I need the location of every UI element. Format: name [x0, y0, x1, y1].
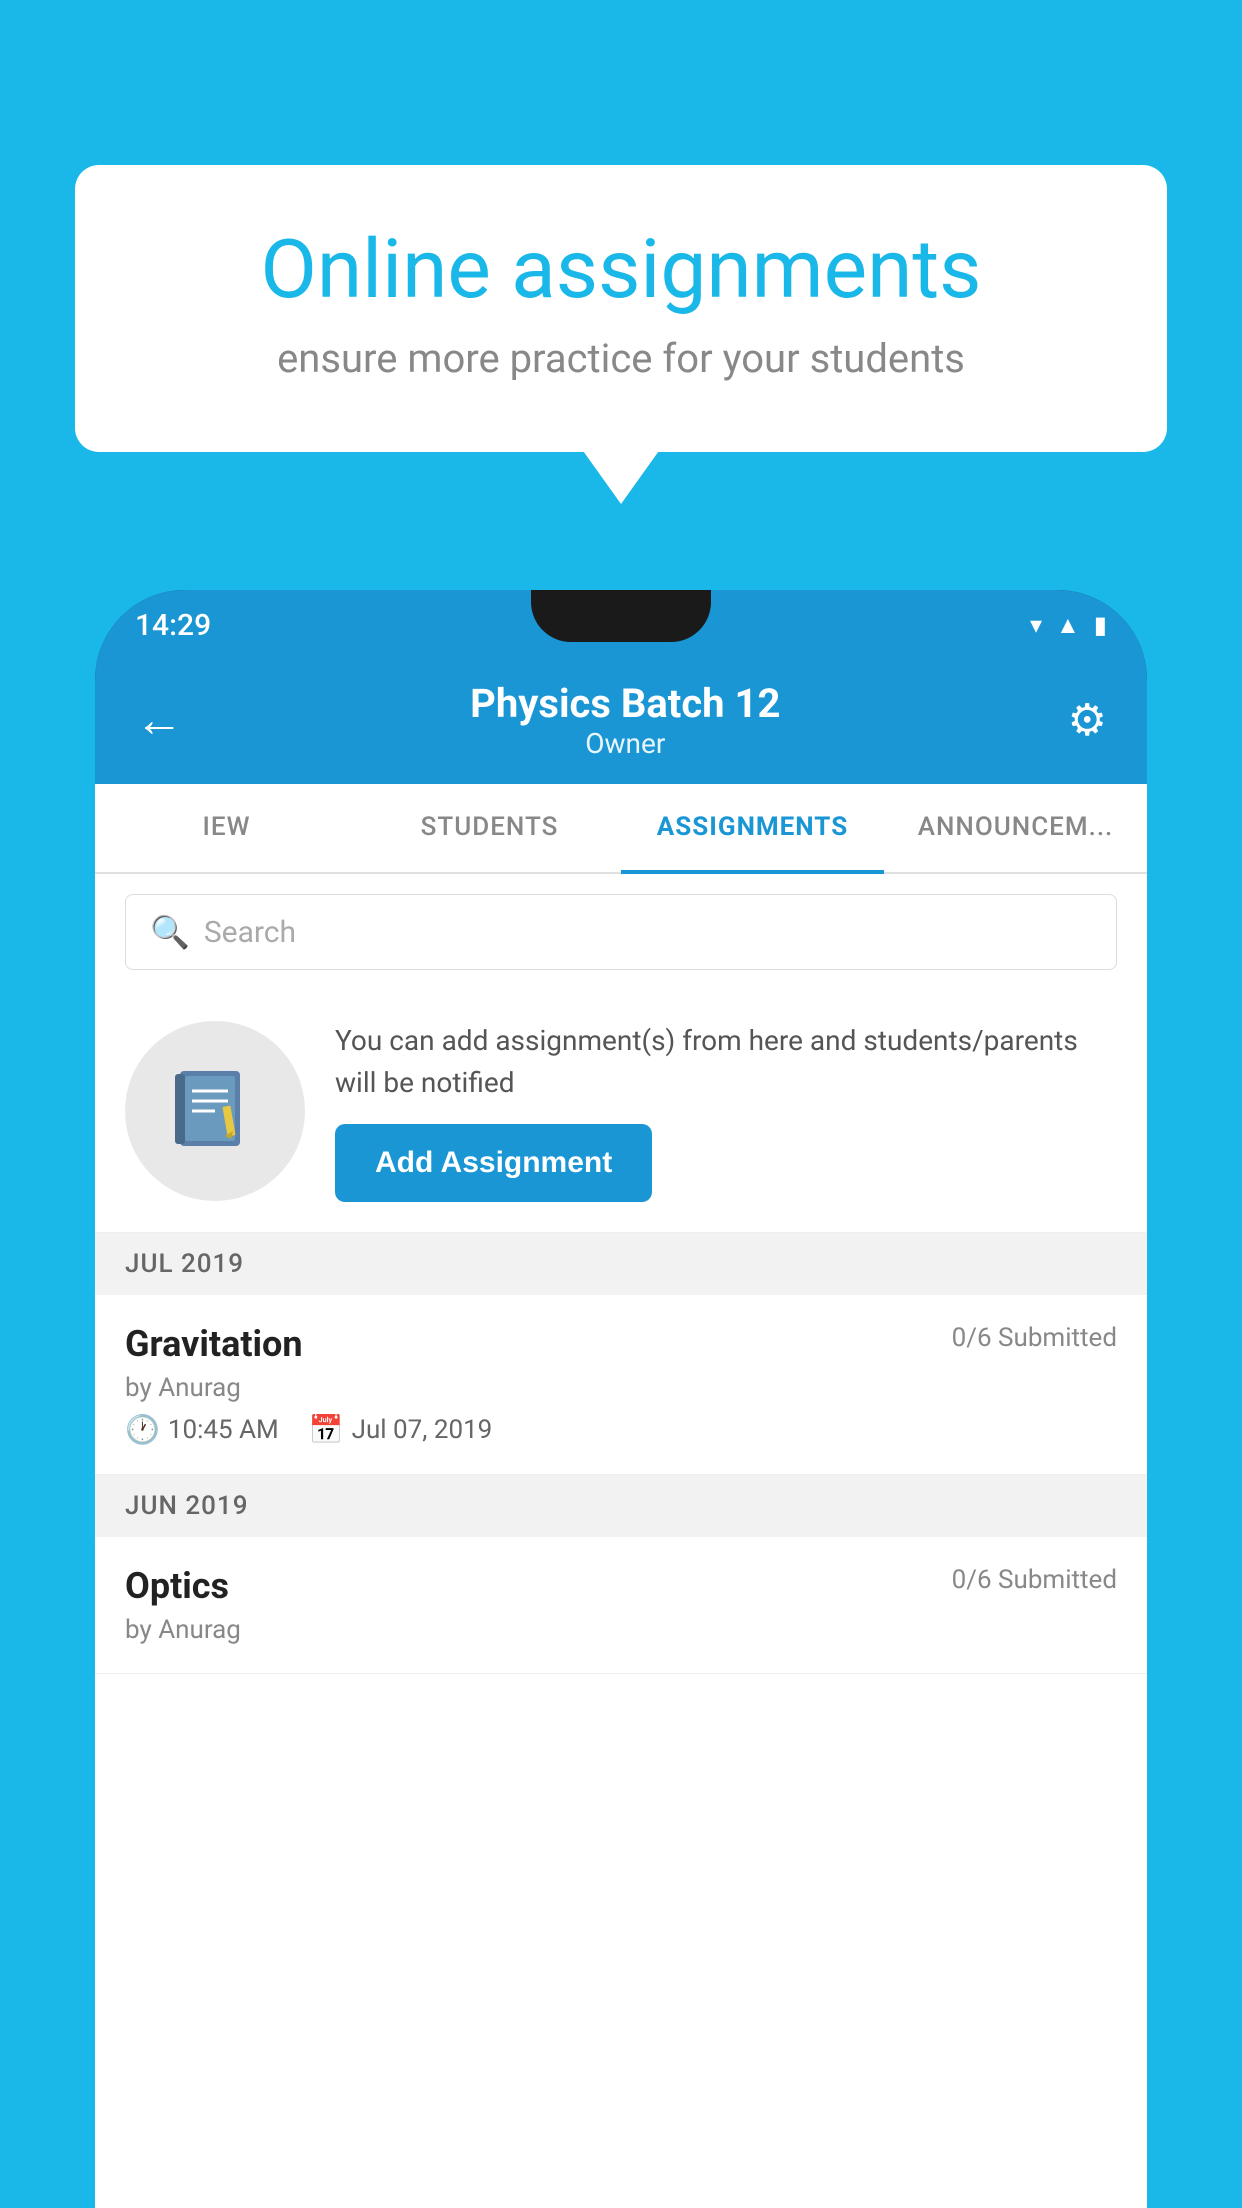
- assignment-time: 10:45 AM: [168, 1415, 279, 1445]
- status-time: 14:29: [135, 608, 211, 643]
- speech-bubble-subtitle: ensure more practice for your students: [155, 335, 1087, 382]
- month-header-jul: JUL 2019: [95, 1233, 1147, 1295]
- settings-button[interactable]: ⚙: [1068, 694, 1107, 746]
- tab-iew[interactable]: IEW: [95, 784, 358, 872]
- phone-frame: 14:29 ▾ ▲ ▮ ← Physics Batch 12 Owner ⚙ I…: [95, 590, 1147, 2208]
- tabs-bar: IEW STUDENTS ASSIGNMENTS ANNOUNCEM...: [95, 784, 1147, 874]
- header-title: Physics Batch 12: [470, 680, 780, 727]
- status-icons: ▾ ▲ ▮: [1030, 611, 1107, 640]
- phone-notch: [531, 590, 711, 642]
- assignment-date: Jul 07, 2019: [352, 1415, 493, 1445]
- search-icon: 🔍: [150, 913, 190, 951]
- info-section: You can add assignment(s) from here and …: [95, 990, 1147, 1233]
- assignment-by: by Anurag: [125, 1373, 1117, 1403]
- app-header: ← Physics Batch 12 Owner ⚙: [95, 660, 1147, 784]
- assignment-submitted: 0/6 Submitted: [952, 1565, 1117, 1595]
- assignment-icon-circle: [125, 1021, 305, 1201]
- month-header-jun: JUN 2019: [95, 1475, 1147, 1537]
- search-input[interactable]: 🔍 Search: [125, 894, 1117, 970]
- assignment-name: Gravitation: [125, 1323, 303, 1365]
- wifi-icon: ▾: [1030, 611, 1042, 639]
- assignment-item-optics[interactable]: Optics 0/6 Submitted by Anurag: [95, 1537, 1147, 1674]
- header-subtitle: Owner: [470, 727, 780, 760]
- add-assignment-button[interactable]: Add Assignment: [335, 1124, 652, 1202]
- speech-bubble-title: Online assignments: [155, 225, 1087, 315]
- tab-assignments[interactable]: ASSIGNMENTS: [621, 784, 884, 874]
- notebook-icon: [170, 1066, 260, 1156]
- info-text: You can add assignment(s) from here and …: [335, 1020, 1117, 1202]
- speech-bubble: Online assignments ensure more practice …: [75, 165, 1167, 452]
- calendar-icon: 📅: [309, 1413, 344, 1446]
- tab-announcements[interactable]: ANNOUNCEM...: [884, 784, 1147, 872]
- meta-date: 📅 Jul 07, 2019: [309, 1413, 493, 1446]
- meta-time: 🕐 10:45 AM: [125, 1413, 279, 1446]
- assignment-row: Gravitation 0/6 Submitted: [125, 1323, 1117, 1365]
- clock-icon: 🕐: [125, 1413, 160, 1446]
- screen-content: 🔍 Search You can add assignment(s: [95, 874, 1147, 2208]
- tab-students[interactable]: STUDENTS: [358, 784, 621, 872]
- assignment-item-gravitation[interactable]: Gravitation 0/6 Submitted by Anurag 🕐 10…: [95, 1295, 1147, 1475]
- signal-icon: ▲: [1056, 611, 1080, 640]
- header-center: Physics Batch 12 Owner: [470, 680, 780, 760]
- assignment-name: Optics: [125, 1565, 229, 1607]
- search-placeholder: Search: [204, 915, 296, 950]
- info-description: You can add assignment(s) from here and …: [335, 1020, 1117, 1104]
- back-button[interactable]: ←: [135, 696, 183, 744]
- battery-icon: ▮: [1094, 611, 1107, 639]
- assignment-meta: 🕐 10:45 AM 📅 Jul 07, 2019: [125, 1413, 1117, 1446]
- assignment-submitted: 0/6 Submitted: [952, 1323, 1117, 1353]
- assignment-row: Optics 0/6 Submitted: [125, 1565, 1117, 1607]
- search-bar-container: 🔍 Search: [95, 874, 1147, 990]
- assignment-by: by Anurag: [125, 1615, 1117, 1645]
